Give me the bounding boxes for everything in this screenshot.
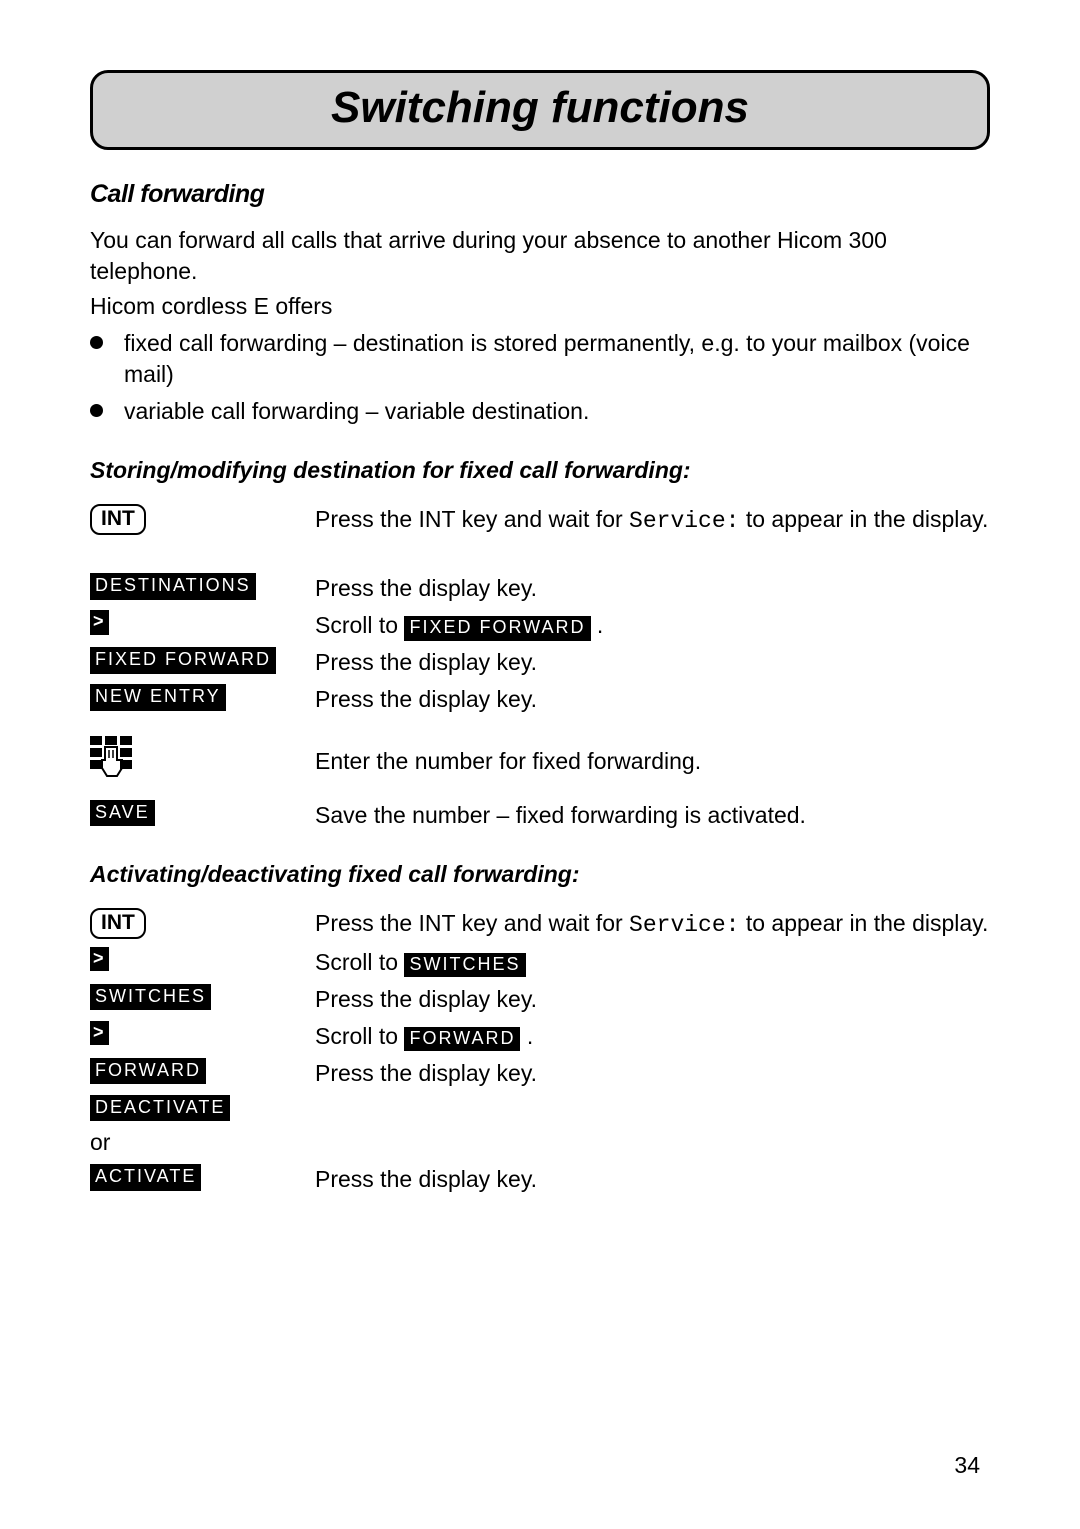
bullet-item: variable call forwarding – variable dest… [90,396,990,427]
step-text: Scroll to SWITCHES [315,947,990,978]
destinations-key: DESTINATIONS [90,573,256,600]
text-fragment: Scroll to [315,949,404,975]
text-fragment: Press the INT key and wait for [315,506,629,532]
text-fragment: Scroll to [315,612,404,638]
step-text: Press the display key. [315,984,990,1015]
page-content: Switching functions Call forwarding You … [0,0,1080,1261]
steps-storing: INT Press the INT key and wait for Servi… [90,504,990,830]
step-text: Press the display key. [315,647,990,678]
int-key-icon: INT [90,908,146,939]
activate-key: ACTIVATE [90,1164,201,1191]
deactivate-key: DEACTIVATE [90,1095,230,1122]
int-key-icon: INT [90,504,146,535]
step-text: Save the number – fixed forwarding is ac… [315,800,990,831]
step-text: Scroll to FORWARD . [315,1021,990,1052]
save-key: SAVE [90,800,155,827]
step-text: Enter the number for fixed forwarding. [315,736,990,777]
inline-key-label: FIXED FORWARD [404,616,590,641]
text-fragment: to appear in the display. [739,506,988,532]
keypad-icon [90,736,315,780]
text-fragment: Press the INT key and wait for [315,910,629,936]
step-text: Press the display key. [315,1058,990,1089]
fixed-forward-key: FIXED FORWARD [90,647,276,674]
bullet-list: fixed call forwarding – destination is s… [90,328,990,427]
step-text: Scroll to FIXED FORWARD . [315,610,990,641]
forward-key: FORWARD [90,1058,206,1085]
intro-text-1: You can forward all calls that arrive du… [90,225,990,287]
section-heading: Call forwarding [90,180,990,209]
step-text: Press the display key. [315,573,990,604]
text-fragment: Scroll to [315,1023,404,1049]
intro-text-2: Hicom cordless E offers [90,291,990,322]
title-box: Switching functions [90,70,990,150]
scroll-arrow-icon: > [90,1021,109,1046]
step-text: Press the display key. [315,1164,990,1195]
subheading-activating: Activating/deactivating fixed call forwa… [90,861,990,888]
bullet-item: fixed call forwarding – destination is s… [90,328,990,390]
page-number: 34 [954,1452,980,1479]
step-text: Press the INT key and wait for Service: … [315,504,990,537]
or-text: or [90,1127,315,1158]
scroll-arrow-icon: > [90,610,109,635]
service-text: Service: [629,912,739,938]
steps-activating: INT Press the INT key and wait for Servi… [90,908,990,1196]
inline-key-label: SWITCHES [404,953,525,978]
subheading-storing: Storing/modifying destination for fixed … [90,457,990,484]
new-entry-key: NEW ENTRY [90,684,226,711]
switches-key: SWITCHES [90,984,211,1011]
service-text: Service: [629,508,739,534]
step-text: Press the INT key and wait for Service: … [315,908,990,941]
scroll-arrow-icon: > [90,947,109,972]
step-text: Press the display key. [315,684,990,715]
text-fragment: . [591,612,604,638]
page-title: Switching functions [93,83,987,133]
text-fragment: . [520,1023,533,1049]
text-fragment: to appear in the display. [739,910,988,936]
inline-key-label: FORWARD [404,1027,520,1052]
